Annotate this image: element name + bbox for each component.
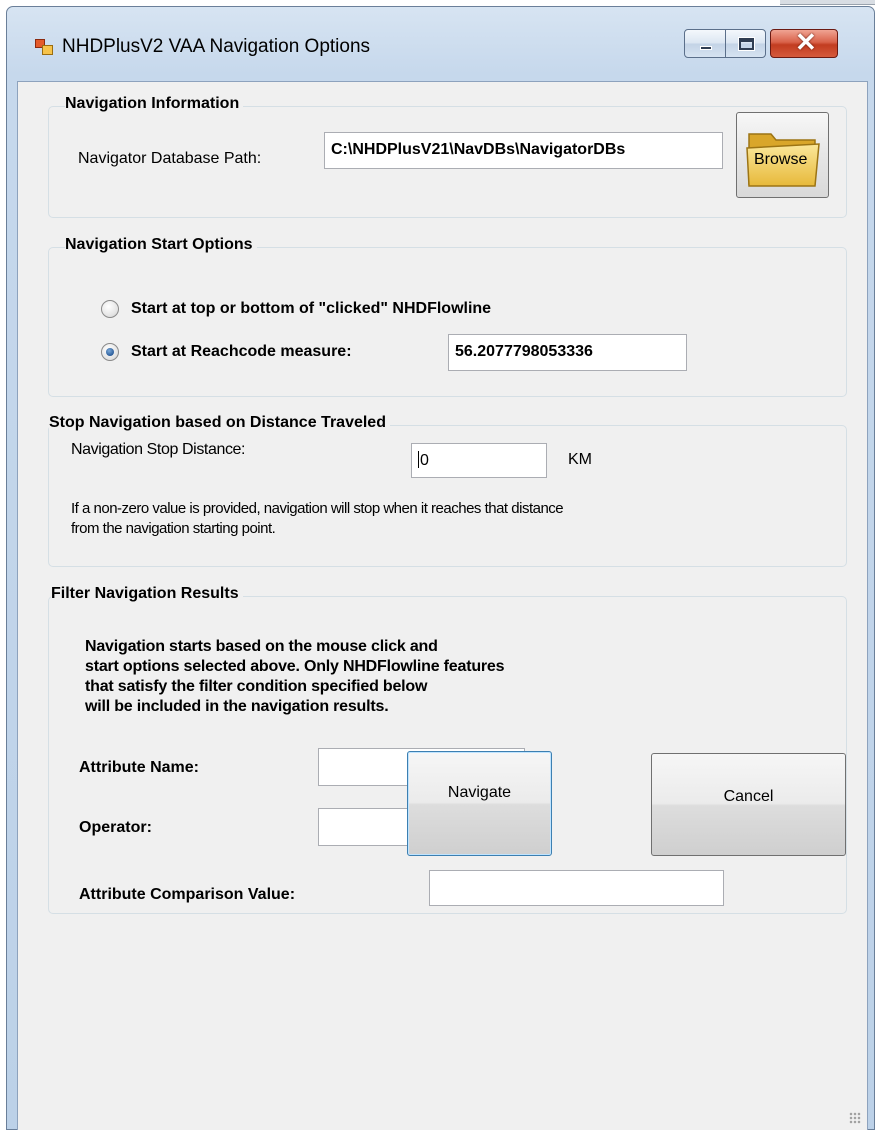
start-options-group: Navigation Start Options Start at top or… (48, 236, 847, 397)
dialog-window: NHDPlusV2 VAA Navigation Options ✕ Navig… (6, 6, 875, 1130)
filter-description-line3: that satisfy the filter condition specif… (85, 678, 428, 695)
resize-grip[interactable] (849, 1112, 861, 1124)
stop-distance-unit: KM (568, 451, 592, 468)
background-window-edge (780, 0, 875, 5)
operator-label: Operator: (79, 819, 152, 836)
comparison-value-label: Attribute Comparison Value: (79, 886, 296, 903)
window-title: NHDPlusV2 VAA Navigation Options (62, 36, 371, 57)
navigate-label: Navigate (447, 784, 512, 801)
group-title: Navigation Start Options (65, 236, 257, 254)
title-bar[interactable]: NHDPlusV2 VAA Navigation Options ✕ (7, 7, 874, 77)
radio-start-reachcode[interactable] (101, 343, 119, 361)
navigation-information-group: Navigation Information Navigator Databas… (48, 95, 847, 218)
group-title: Navigation Information (65, 95, 244, 113)
radio-start-reachcode-label[interactable]: Start at Reachcode measure: (131, 343, 352, 361)
filter-description-line2: start options selected above. Only NHDFl… (85, 658, 505, 675)
app-icon (35, 39, 53, 55)
stop-distance-input[interactable]: 0 (411, 443, 547, 478)
navigate-button[interactable]: Navigate (407, 751, 552, 856)
close-icon: ✕ (795, 27, 817, 57)
filter-description-line1: Navigation starts based on the mouse cli… (85, 638, 438, 655)
stop-distance-note-line1: If a non-zero value is provided, navigat… (71, 500, 564, 517)
stop-distance-label: Navigation Stop Distance: (71, 441, 246, 458)
maximize-icon (738, 37, 755, 51)
attribute-name-label: Attribute Name: (79, 759, 200, 776)
dialog-client-area: Navigation Information Navigator Databas… (17, 81, 868, 1130)
filter-description-line4: will be included in the navigation resul… (85, 698, 389, 715)
radio-start-top-bottom[interactable] (101, 300, 119, 318)
browse-button[interactable]: Browse (736, 112, 829, 198)
stop-distance-value: 0 (420, 452, 429, 469)
browse-label: Browse (754, 151, 808, 168)
reachcode-measure-input[interactable]: 56.2077798053336 (448, 334, 687, 371)
radio-start-top-bottom-label[interactable]: Start at top or bottom of "clicked" NHDF… (131, 300, 491, 318)
maximize-button[interactable] (725, 29, 766, 58)
cancel-label: Cancel (723, 788, 774, 805)
group-title: Filter Navigation Results (51, 585, 243, 603)
group-title: Stop Navigation based on Distance Travel… (49, 414, 390, 432)
minimize-icon (700, 46, 712, 50)
database-path-label: Navigator Database Path: (78, 150, 262, 167)
database-path-input[interactable]: C:\NHDPlusV21\NavDBs\NavigatorDBs (324, 132, 723, 169)
comparison-value-input[interactable] (429, 870, 724, 906)
text-caret (418, 451, 419, 468)
close-button[interactable]: ✕ (770, 27, 838, 58)
minimize-button[interactable] (684, 29, 726, 58)
cancel-button[interactable]: Cancel (651, 753, 846, 856)
stop-distance-note-line2: from the navigation starting point. (71, 520, 276, 537)
stop-distance-group: Stop Navigation based on Distance Travel… (48, 414, 847, 567)
